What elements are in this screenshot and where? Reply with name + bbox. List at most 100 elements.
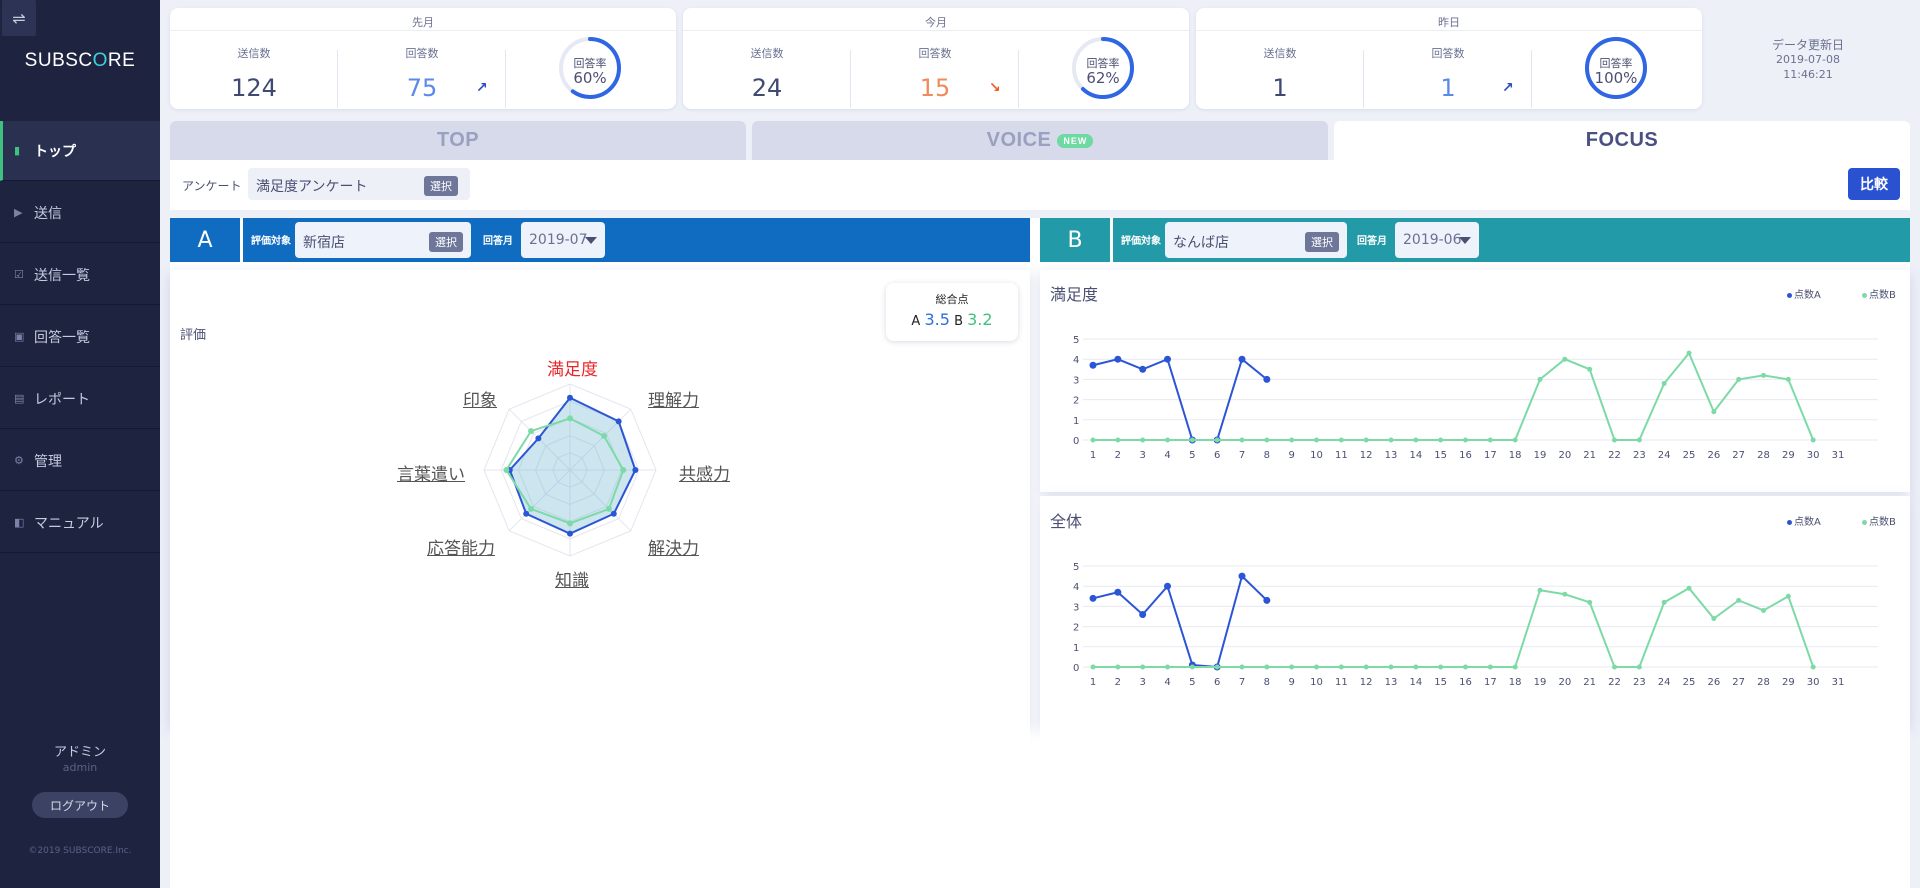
legend-b[interactable]: 点数B [1862, 286, 1896, 301]
data-point[interactable] [1438, 664, 1444, 670]
data-point[interactable] [1686, 350, 1692, 356]
sidebar-item-report[interactable]: ▤ レポート [0, 369, 160, 429]
data-point[interactable] [1363, 437, 1369, 443]
sidebar-item-answer-list[interactable]: ▣ 回答一覧 [0, 307, 160, 367]
data-point[interactable] [1388, 437, 1394, 443]
data-point[interactable] [1314, 664, 1319, 670]
data-point[interactable] [1463, 437, 1468, 443]
data-point[interactable] [1114, 588, 1122, 596]
data-point[interactable] [1761, 372, 1766, 378]
sidebar-item-manual[interactable]: ◧ マニュアル [0, 493, 160, 553]
survey-select-button[interactable]: 選択 [424, 176, 458, 196]
data-point[interactable] [1338, 664, 1344, 670]
sidebar-item-admin[interactable]: ⚙ 管理 [0, 431, 160, 491]
radar-series-b-point[interactable] [503, 467, 510, 473]
target-select[interactable]: なんば店 選択 [1165, 222, 1347, 258]
data-point[interactable] [1289, 437, 1295, 443]
data-point[interactable] [1661, 599, 1667, 605]
logout-button[interactable]: ログアウト [32, 792, 128, 818]
data-point[interactable] [1512, 437, 1518, 443]
sliders-icon[interactable]: ⇌ [2, 0, 36, 36]
data-point[interactable] [1686, 585, 1692, 591]
data-point[interactable] [1189, 664, 1195, 670]
data-point[interactable] [1388, 664, 1394, 670]
data-point[interactable] [1189, 437, 1195, 443]
data-point[interactable] [1537, 587, 1543, 593]
month-dropdown[interactable]: 2019-07 [521, 222, 605, 258]
tab-focus[interactable]: FOCUS [1334, 121, 1910, 160]
data-point[interactable] [1090, 437, 1096, 443]
target-select-button[interactable]: 選択 [1305, 232, 1339, 252]
data-point[interactable] [1263, 596, 1271, 604]
radar-series-b-point[interactable] [601, 432, 608, 439]
radar-series-a-point[interactable] [632, 467, 639, 473]
radar-label-resolution[interactable]: 解決力 [648, 534, 699, 559]
data-point[interactable] [1711, 409, 1717, 415]
data-point[interactable] [1785, 593, 1791, 599]
data-point[interactable] [1289, 664, 1295, 670]
radar-label-knowledge[interactable]: 知識 [555, 566, 589, 591]
data-point[interactable] [1090, 664, 1096, 670]
data-point[interactable] [1661, 380, 1667, 386]
data-point[interactable] [1636, 437, 1642, 443]
data-point[interactable] [1314, 437, 1319, 443]
data-point[interactable] [1239, 664, 1245, 670]
target-select[interactable]: 新宿店 選択 [295, 222, 471, 258]
data-point[interactable] [1140, 437, 1146, 443]
month-dropdown[interactable]: 2019-06 [1395, 222, 1479, 258]
sidebar-item-sent-list[interactable]: ☑ 送信一覧 [0, 245, 160, 305]
radar-label-satisfaction[interactable]: 満足度 [547, 355, 598, 380]
radar-series-a-point[interactable] [523, 510, 530, 517]
radar-label-understanding[interactable]: 理解力 [648, 386, 699, 411]
data-point[interactable] [1711, 616, 1717, 622]
data-point[interactable] [1562, 591, 1568, 597]
data-point[interactable] [1463, 664, 1468, 670]
data-point[interactable] [1487, 437, 1493, 443]
data-point[interactable] [1214, 437, 1220, 443]
data-point[interactable] [1089, 361, 1097, 369]
data-point[interactable] [1761, 607, 1766, 613]
data-point[interactable] [1562, 356, 1568, 362]
data-point[interactable] [1736, 376, 1742, 382]
radar-series-a-point[interactable] [610, 510, 617, 517]
radar-label-empathy[interactable]: 共感力 [679, 460, 730, 485]
legend-b[interactable]: 点数B [1862, 513, 1896, 528]
data-point[interactable] [1264, 664, 1270, 670]
radar-series-b-point[interactable] [620, 467, 627, 473]
data-point[interactable] [1264, 437, 1270, 443]
radar-series-b-point[interactable] [567, 415, 573, 422]
data-point[interactable] [1587, 599, 1593, 605]
radar-series-b-point[interactable] [567, 520, 573, 527]
data-point[interactable] [1612, 437, 1617, 443]
legend-a[interactable]: 点数A [1787, 286, 1821, 301]
data-point[interactable] [1165, 664, 1170, 670]
data-point[interactable] [1338, 437, 1344, 443]
data-point[interactable] [1736, 597, 1742, 603]
data-point[interactable] [1537, 376, 1543, 382]
data-point[interactable] [1115, 437, 1121, 443]
radar-series-a-point[interactable] [615, 418, 622, 425]
target-select-button[interactable]: 選択 [429, 232, 463, 252]
data-point[interactable] [1785, 376, 1791, 382]
data-point[interactable] [1413, 437, 1419, 443]
legend-a[interactable]: 点数A [1787, 513, 1821, 528]
data-point[interactable] [1487, 664, 1493, 670]
tab-voice[interactable]: VOICE NEW [752, 121, 1328, 160]
radar-series-a-point[interactable] [535, 435, 542, 442]
data-point[interactable] [1089, 594, 1097, 602]
data-point[interactable] [1438, 437, 1444, 443]
data-point[interactable] [1165, 437, 1170, 443]
sidebar-item-top[interactable]: ▮ トップ [0, 121, 160, 181]
data-point[interactable] [1587, 366, 1593, 372]
data-point[interactable] [1512, 664, 1518, 670]
data-point[interactable] [1238, 572, 1246, 580]
compare-button[interactable]: 比較 [1848, 168, 1900, 200]
sidebar-item-send[interactable]: ▶ 送信 [0, 183, 160, 243]
radar-label-impression[interactable]: 印象 [463, 386, 497, 411]
radar-series-a-point[interactable] [567, 394, 573, 401]
data-point[interactable] [1413, 664, 1419, 670]
data-point[interactable] [1164, 355, 1171, 363]
data-point[interactable] [1239, 437, 1245, 443]
tab-top[interactable]: TOP [170, 121, 746, 160]
survey-select[interactable]: 満足度アンケート 選択 [248, 168, 470, 200]
